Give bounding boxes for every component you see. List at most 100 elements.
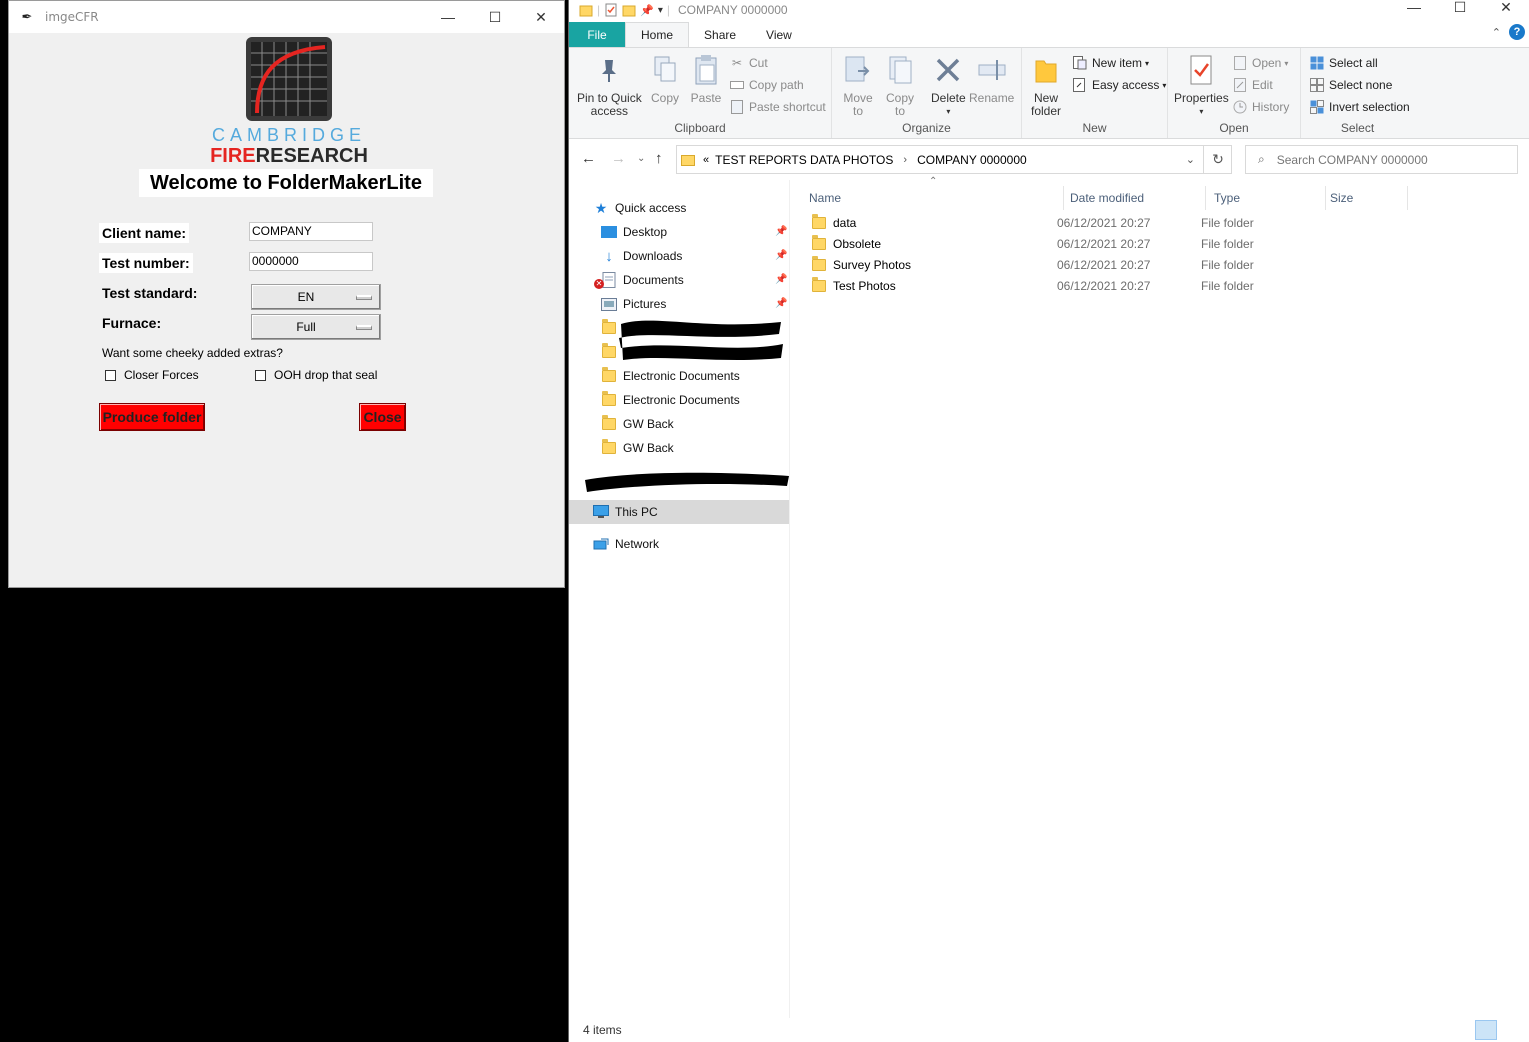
nav-pictures[interactable]: Pictures <box>601 293 666 315</box>
search-input[interactable]: ⌕ Search COMPANY 0000000 <box>1245 145 1518 174</box>
tab-home[interactable]: Home <box>625 22 690 47</box>
ribbon-home: Pin to Quick access Copy Paste ✂ Cut Copy… <box>569 47 1529 139</box>
dropdown-indicator-icon <box>356 294 372 300</box>
copy-to-button[interactable]: Copy to <box>884 52 916 118</box>
nav-network-label: Network <box>615 537 660 551</box>
close-window-button[interactable]: ✕ <box>1483 0 1529 18</box>
back-arrow-icon[interactable]: ← <box>581 150 596 167</box>
nav-documents[interactable]: ✕ Documents <box>594 269 684 291</box>
checkbox-box[interactable] <box>105 369 116 381</box>
tab-view[interactable]: View <box>751 22 807 47</box>
nav-quick-access[interactable]: ★ Quick access <box>593 197 687 219</box>
rename-label: Rename <box>969 91 1015 105</box>
select-all-button[interactable]: Select all <box>1309 53 1378 73</box>
tab-share[interactable]: Share <box>689 22 751 47</box>
column-header-size[interactable]: Size <box>1322 186 1408 210</box>
client-name-label: Client name: <box>99 223 190 243</box>
details-view-icon[interactable] <box>1475 1020 1497 1040</box>
dropdown-arrow-icon: ▾ <box>946 107 951 116</box>
delete-button[interactable]: Delete ▾ <box>931 52 966 118</box>
edit-label: Edit <box>1252 78 1273 92</box>
table-row[interactable]: data 06/12/2021 20:27 File folder <box>807 212 1407 233</box>
easy-access-button[interactable]: Easy access ▾ <box>1072 75 1166 95</box>
open-button[interactable]: Open ▾ <box>1232 53 1288 73</box>
properties-icon[interactable] <box>604 3 618 17</box>
nav-desktop[interactable]: Desktop <box>601 221 667 243</box>
pin-quick-access-button[interactable]: Pin to Quick access <box>577 52 642 118</box>
copy-button[interactable]: Copy <box>649 52 681 105</box>
nav-network[interactable]: Network <box>593 533 659 555</box>
edit-button[interactable]: Edit <box>1232 75 1273 95</box>
help-icon[interactable]: ? <box>1509 24 1525 40</box>
pin-icon[interactable]: 📌 <box>775 298 787 309</box>
test-standard-dropdown[interactable]: EN <box>251 284 381 310</box>
overflow-chevron-icon[interactable]: « <box>703 154 709 166</box>
paste-button[interactable]: Paste <box>690 52 722 105</box>
column-header-name[interactable]: Name <box>801 186 1064 210</box>
table-row[interactable]: Obsolete 06/12/2021 20:27 File folder <box>807 233 1407 254</box>
breadcrumb-current[interactable]: COMPANY 0000000 <box>917 153 1027 167</box>
select-none-button[interactable]: Select none <box>1309 75 1392 95</box>
breadcrumb-parent[interactable]: TEST REPORTS DATA PHOTOS <box>715 153 893 167</box>
new-item-button[interactable]: New item ▾ <box>1072 53 1149 73</box>
close-button[interactable]: Close <box>359 403 406 431</box>
minimize-button[interactable]: — <box>1391 0 1437 18</box>
table-row[interactable]: Test Photos 06/12/2021 20:27 File folder <box>807 275 1407 296</box>
produce-folder-button[interactable]: Produce folder <box>99 403 205 431</box>
new-folder-button[interactable]: New folder <box>1030 52 1062 118</box>
rename-button[interactable]: Rename <box>969 52 1014 105</box>
paste-shortcut-button[interactable]: Paste shortcut <box>729 97 826 117</box>
maximize-button[interactable]: ☐ <box>472 1 518 33</box>
nav-this-pc[interactable]: This PC <box>593 501 658 523</box>
address-bar[interactable]: « TEST REPORTS DATA PHOTOS › COMPANY 000… <box>676 145 1232 174</box>
move-to-button[interactable]: Move to <box>842 52 874 118</box>
forward-arrow-icon[interactable]: → <box>611 150 626 167</box>
pin-icon[interactable]: 📌 <box>775 274 787 285</box>
status-bar: 4 items <box>569 1018 1529 1042</box>
maximize-button[interactable]: ☐ <box>1437 0 1483 18</box>
pin-icon[interactable]: 📌 <box>640 4 654 17</box>
column-header-date[interactable]: Date modified <box>1062 186 1206 210</box>
refresh-icon[interactable]: ↻ <box>1203 145 1232 174</box>
new-folder-icon[interactable] <box>622 3 636 17</box>
nav-gw-back-2[interactable]: GW Back <box>601 437 674 459</box>
tab-file[interactable]: File <box>569 22 625 47</box>
nav-electronic-documents-1[interactable]: Electronic Documents <box>601 365 740 387</box>
nav-gw-back-1[interactable]: GW Back <box>601 413 674 435</box>
address-dropdown-icon[interactable]: ⌄ <box>1186 153 1195 166</box>
table-row[interactable]: Survey Photos 06/12/2021 20:27 File fold… <box>807 254 1407 275</box>
file-date: 06/12/2021 20:27 <box>1057 257 1151 272</box>
nav-electronic-documents-2[interactable]: Electronic Documents <box>601 389 740 411</box>
up-arrow-icon[interactable]: ↑ <box>655 150 663 167</box>
test-number-input[interactable]: 0000000 <box>249 252 373 271</box>
extras-prompt: Want some cheeky added extras? <box>102 346 283 360</box>
close-window-button[interactable]: ✕ <box>518 1 564 33</box>
rename-icon <box>976 52 1008 88</box>
breadcrumb-separator-icon[interactable]: › <box>903 154 907 166</box>
drop-seal-checkbox[interactable]: OOH drop that seal <box>255 368 377 382</box>
pin-icon[interactable]: 📌 <box>775 226 787 237</box>
pin-icon[interactable]: 📌 <box>775 250 787 261</box>
nav-desktop-label: Desktop <box>623 225 668 239</box>
closer-forces-checkbox[interactable]: Closer Forces <box>105 368 199 382</box>
invert-selection-button[interactable]: Invert selection <box>1309 97 1410 117</box>
copy-path-button[interactable]: Copy path <box>729 75 804 95</box>
app-body: CAMBRIDGE FIRERESEARCH Welcome to Folder… <box>9 33 564 587</box>
nav-downloads[interactable]: ↓ Downloads <box>601 245 682 267</box>
large-icons-view-icon[interactable] <box>1501 1020 1523 1040</box>
redaction-scribble <box>619 320 783 360</box>
app-title-bar: ✒ imgeCFR — ☐ ✕ <box>9 1 564 33</box>
client-name-input[interactable]: COMPANY <box>249 222 373 241</box>
view-switcher <box>1475 1020 1523 1040</box>
column-header-type[interactable]: Type <box>1206 186 1326 210</box>
collapse-ribbon-icon[interactable]: ⌃ <box>1492 26 1501 39</box>
checkbox-box[interactable] <box>255 369 266 381</box>
furnace-dropdown[interactable]: Full <box>251 314 381 340</box>
customize-qat-icon[interactable]: ▾ <box>658 5 663 16</box>
file-name: Survey Photos <box>833 257 912 272</box>
history-button[interactable]: History <box>1232 97 1289 117</box>
recent-locations-icon[interactable]: ⌄ <box>637 153 645 164</box>
cut-button[interactable]: ✂ Cut <box>729 53 768 73</box>
properties-button[interactable]: Properties ▾ <box>1174 52 1229 118</box>
minimize-button[interactable]: — <box>425 1 471 33</box>
